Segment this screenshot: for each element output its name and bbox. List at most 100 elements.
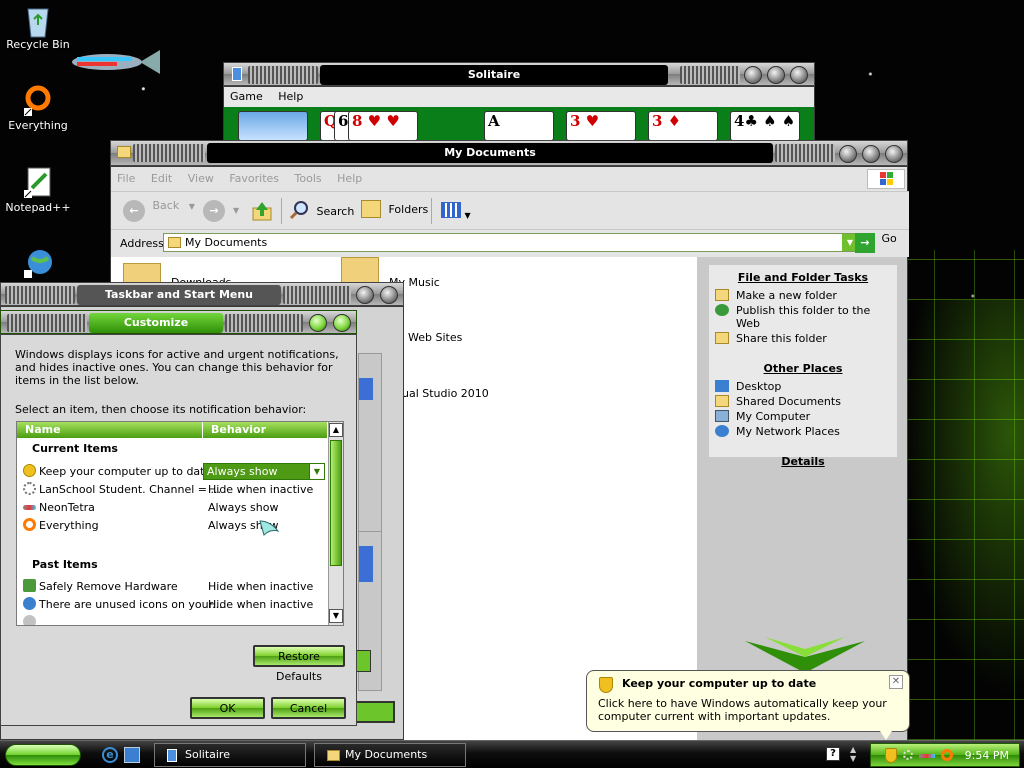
card-4-spades[interactable]: 4♣ ♠ ♠	[730, 111, 800, 141]
explorer-titlebar[interactable]: My Documents	[110, 140, 908, 166]
everything-tray-icon[interactable]	[941, 749, 953, 761]
start-button[interactable]	[5, 744, 81, 766]
search-button[interactable]: Search	[289, 200, 354, 222]
folders-button[interactable]: Folders	[361, 200, 428, 222]
help-button[interactable]	[309, 314, 327, 332]
place-desktop[interactable]: Desktop	[709, 379, 897, 394]
views-button[interactable]: ▼	[441, 202, 471, 220]
folder-visual-studio[interactable]: ual Studio 2010	[402, 387, 489, 400]
taskbar-properties-titlebar[interactable]: Taskbar and Start Menu Properties	[0, 282, 404, 321]
taskbar-item-label: My Documents	[345, 748, 428, 761]
tray-expand-icon[interactable]: ▲ ▼	[850, 745, 856, 763]
place-network[interactable]: My Network Places	[709, 424, 897, 439]
shield-icon[interactable]	[885, 748, 897, 763]
notepad-plus-plus-icon	[22, 166, 54, 198]
up-folder-icon[interactable]	[251, 200, 273, 222]
close-button[interactable]	[380, 286, 398, 304]
deck-card[interactable]	[238, 111, 308, 141]
quick-launch-ie-icon[interactable]: e	[102, 747, 118, 763]
task-share-folder[interactable]: Share this folder	[709, 331, 897, 346]
customize-notifications-titlebar[interactable]: Customize Notifications	[0, 310, 357, 349]
instruction-text: Select an item, then choose its notifica…	[15, 403, 307, 416]
help-button[interactable]	[356, 286, 374, 304]
solitaire-window: Solitaire Game Help Q 6 8 ♥ ♥ A 3 ♥ 3 ♦ …	[223, 62, 815, 143]
clock[interactable]: 9:54 PM	[965, 749, 1009, 762]
maximize-button[interactable]	[862, 145, 880, 163]
scroll-up-arrow[interactable]: ▲	[329, 423, 343, 437]
apply-button-partial[interactable]	[353, 701, 395, 723]
menu-help[interactable]: Help	[331, 167, 368, 190]
scroll-thumb[interactable]	[330, 440, 342, 566]
list-scrollbar[interactable]: ▲ ▼	[328, 422, 343, 625]
list-item[interactable]: Safely Remove Hardware Hide when inactiv…	[17, 577, 327, 595]
task-publish-web[interactable]: Publish this folder to the Web	[709, 303, 897, 331]
back-button[interactable]: ← Back ▼	[123, 199, 195, 222]
list-item[interactable]: There are unused icons on your... Hide w…	[17, 595, 327, 613]
balloon-close-button[interactable]: ✕	[889, 675, 903, 689]
update-notification-balloon[interactable]: Keep your computer up to date ✕ Click he…	[586, 670, 910, 732]
restore-defaults-button[interactable]: Restore Defaults	[253, 645, 345, 683]
neon-tetra-tray-icon[interactable]	[919, 754, 935, 758]
lanschool-icon	[23, 482, 36, 495]
close-button[interactable]	[885, 145, 903, 163]
behavior-select-value: Always show	[207, 465, 278, 478]
card-ace-clubs[interactable]: A	[484, 111, 554, 141]
customize-notifications-title: Customize Notifications	[89, 313, 223, 349]
menu-file[interactable]: File	[111, 167, 141, 190]
notification-list[interactable]: Name Behavior Current Items Keep your co…	[16, 421, 344, 626]
solitaire-app-icon	[167, 749, 177, 762]
list-item[interactable]: LanSchool Student. Channel = ... Hide wh…	[17, 480, 327, 498]
minimize-button[interactable]	[839, 145, 857, 163]
ok-button[interactable]: OK	[190, 697, 265, 719]
go-button[interactable]: → Go	[855, 232, 897, 253]
card-8-hearts[interactable]: 8 ♥ ♥	[348, 111, 418, 141]
menu-favorites[interactable]: Favorites	[223, 167, 285, 190]
column-behavior[interactable]: Behavior	[203, 422, 327, 438]
menu-tools[interactable]: Tools	[289, 167, 328, 190]
address-field[interactable]: My Documents ▼	[163, 233, 859, 252]
card-3-hearts[interactable]: 3 ♥	[566, 111, 636, 141]
menu-game[interactable]: Game	[224, 87, 269, 106]
menu-view[interactable]: View	[182, 167, 220, 190]
menu-edit[interactable]: Edit	[145, 167, 178, 190]
place-shared-documents[interactable]: Shared Documents	[709, 394, 897, 409]
lanschool-tray-icon[interactable]	[903, 750, 913, 760]
minimize-button[interactable]	[744, 66, 762, 84]
forward-button[interactable]: →	[203, 200, 225, 222]
desktop-icon-everything[interactable]: Everything	[0, 84, 76, 132]
maximize-button[interactable]	[767, 66, 785, 84]
desktop-icon-notepadpp[interactable]: Notepad++	[0, 166, 76, 214]
system-tray: 9:54 PM	[870, 743, 1020, 767]
close-button[interactable]	[790, 66, 808, 84]
list-item[interactable]: Keep your computer up to date. Always sh…	[17, 462, 327, 480]
quick-launch-desktop-icon[interactable]	[124, 747, 140, 763]
list-item[interactable]: NeonTetra Always show	[17, 498, 327, 516]
explorer-menubar: File Edit View Favorites Tools Help	[111, 167, 907, 191]
scroll-down-arrow[interactable]: ▼	[329, 609, 343, 623]
card-3-diamonds[interactable]: 3 ♦	[648, 111, 718, 141]
place-my-computer[interactable]: My Computer	[709, 409, 897, 424]
folder-icon	[715, 395, 729, 407]
file-tasks-header[interactable]: File and Folder Tasks	[709, 265, 897, 288]
other-places-header[interactable]: Other Places	[709, 346, 897, 379]
mouse-cursor-icon	[259, 520, 280, 536]
help-tray-icon[interactable]: ?	[826, 747, 840, 761]
explorer-title: My Documents	[207, 143, 773, 163]
task-make-folder[interactable]: Make a new folder	[709, 288, 897, 303]
folder-web-sites[interactable]: Web Sites	[408, 331, 462, 344]
desktop-icon-network[interactable]	[0, 248, 76, 283]
list-item-partial[interactable]	[17, 613, 327, 625]
column-name[interactable]: Name	[17, 422, 202, 438]
taskbar-item-my-documents[interactable]: My Documents	[314, 743, 466, 767]
cancel-button[interactable]: Cancel	[271, 697, 346, 719]
desktop-icon-recycle-bin[interactable]: Recycle Bin	[0, 3, 76, 51]
customize-button-partial[interactable]	[355, 650, 371, 672]
solitaire-titlebar[interactable]: Solitaire	[223, 62, 815, 86]
close-button[interactable]	[333, 314, 351, 332]
taskbar-item-solitaire[interactable]: Solitaire	[154, 743, 306, 767]
behavior-select[interactable]: Always show ▼	[203, 463, 325, 480]
chevron-down-icon[interactable]: ▼	[233, 206, 239, 215]
share-folder-icon	[715, 332, 729, 344]
menu-help[interactable]: Help	[272, 87, 309, 106]
details-header[interactable]: Details	[709, 439, 897, 472]
